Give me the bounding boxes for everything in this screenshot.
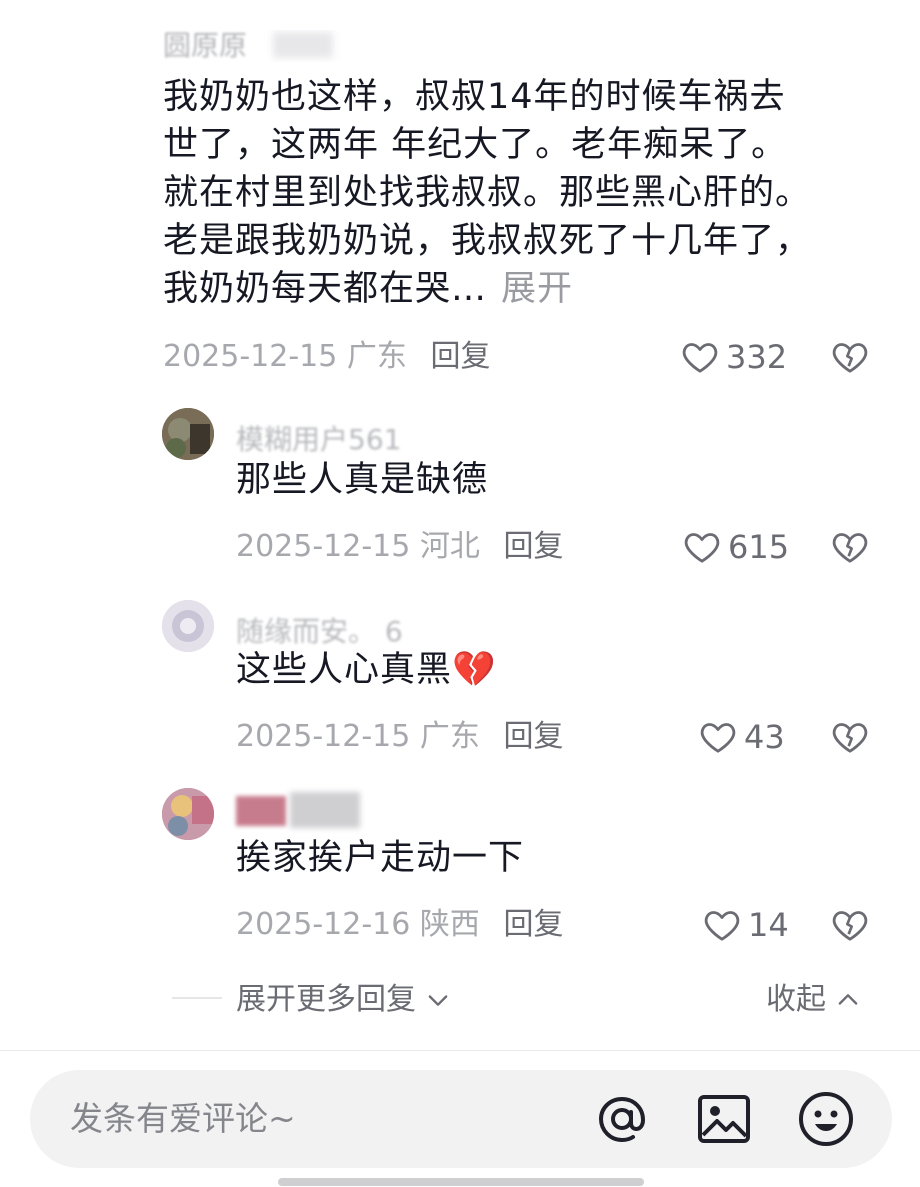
reply-button[interactable]: 回复: [430, 339, 490, 374]
comment-date: 2025-12-15: [236, 719, 411, 754]
main-comment-username[interactable]: 圆原原: [163, 30, 343, 62]
reply-username[interactable]: 随缘而安。 6: [236, 610, 403, 648]
heart-outline-icon: [704, 911, 740, 941]
avatar[interactable]: [162, 408, 214, 460]
reply-thread-divider: [172, 997, 222, 999]
redaction-block: [236, 796, 286, 826]
dislike-button[interactable]: [830, 527, 870, 567]
main-comment-line-text: 我奶奶每天都在哭…: [163, 269, 488, 309]
reply-button[interactable]: 回复: [503, 719, 563, 754]
chevron-down-icon: [428, 995, 448, 1006]
broken-heart-icon: [832, 723, 868, 753]
comment-date: 2025-12-15: [236, 529, 411, 564]
broken-heart-icon: [832, 343, 868, 373]
username-blur-mask: [273, 32, 333, 58]
collapse-label: 收起: [766, 982, 826, 1017]
at-sign-icon[interactable]: [592, 1089, 652, 1149]
dislike-button[interactable]: [830, 905, 870, 945]
redaction-block: [290, 792, 360, 828]
reply-button[interactable]: 回复: [503, 907, 563, 942]
comment-date: 2025-12-16: [236, 907, 411, 942]
main-comment-line: 老是跟我奶奶说，我叔叔死了十几年了，: [163, 221, 812, 261]
reply-meta: 2025-12-15 广东 回复: [236, 717, 563, 757]
main-comment-username-text: 圆原原: [163, 30, 248, 62]
expand-more-replies-button[interactable]: 展开更多回复: [236, 980, 452, 1020]
main-comment-line: 就在村里到处找我叔叔。那些黑心肝的。: [163, 173, 812, 213]
avatar[interactable]: [162, 788, 214, 840]
collapse-replies-button[interactable]: 收起: [766, 980, 862, 1020]
main-comment-line: 世了，这两年 年纪大了。老年痴呆了。: [163, 125, 788, 165]
comment-location: 广东: [346, 339, 407, 374]
reply-username[interactable]: 模糊用户561: [236, 418, 401, 456]
comment-location: 河北: [419, 529, 480, 564]
expand-more-replies-label: 展开更多回复: [236, 982, 416, 1017]
comment-input-placeholder[interactable]: 发条有爱评论~: [70, 1098, 296, 1140]
like-button[interactable]: 14: [702, 905, 789, 945]
broken-heart-emoji-icon: 💔: [452, 650, 497, 690]
comment-location: 陕西: [419, 907, 480, 942]
like-button[interactable]: 615: [682, 527, 789, 567]
like-count: 615: [728, 528, 790, 566]
heart-outline-icon: [682, 343, 718, 373]
like-count: 43: [744, 718, 785, 756]
reply-text[interactable]: 挨家挨户走动一下: [236, 836, 524, 880]
comment-location: 广东: [419, 719, 480, 754]
reply-text-row[interactable]: 这些人心真黑💔: [236, 648, 497, 692]
avatar-image: [162, 788, 214, 840]
avatar-image: [162, 600, 214, 652]
heart-outline-icon: [684, 533, 720, 563]
emoji-smiley-icon[interactable]: [796, 1089, 856, 1149]
input-bar-divider: [0, 1050, 920, 1051]
main-comment-meta: 2025-12-15 广东 回复: [163, 337, 490, 377]
broken-heart-icon: [832, 533, 868, 563]
dislike-button[interactable]: [830, 337, 870, 377]
like-count: 14: [748, 906, 789, 944]
like-button[interactable]: 43: [698, 717, 785, 757]
main-comment-line-last: 我奶奶每天都在哭… 展开: [163, 265, 863, 313]
avatar-image: [162, 408, 214, 460]
image-icon[interactable]: [694, 1089, 754, 1149]
reply-meta: 2025-12-16 陕西 回复: [236, 905, 563, 945]
avatar[interactable]: [162, 600, 214, 652]
reply-text[interactable]: 那些人真是缺德: [236, 458, 488, 502]
home-indicator[interactable]: [278, 1178, 644, 1186]
reply-text: 这些人心真黑: [236, 650, 453, 690]
like-button[interactable]: 332: [680, 337, 787, 377]
chevron-up-icon: [838, 994, 858, 1005]
reply-username-redacted[interactable]: [236, 792, 396, 832]
reply-button[interactable]: 回复: [503, 529, 563, 564]
main-comment-line: 我奶奶也这样，叔叔14年的时候车祸去: [163, 77, 786, 117]
main-comment-body[interactable]: 我奶奶也这样，叔叔14年的时候车祸去 世了，这两年 年纪大了。老年痴呆了。 就在…: [163, 73, 863, 313]
expand-comment-link[interactable]: 展开: [501, 269, 573, 309]
dislike-button[interactable]: [830, 717, 870, 757]
comment-date: 2025-12-15: [163, 339, 338, 374]
broken-heart-icon: [832, 911, 868, 941]
heart-outline-icon: [700, 723, 736, 753]
like-count: 332: [726, 338, 788, 376]
reply-meta: 2025-12-15 河北 回复: [236, 527, 563, 567]
